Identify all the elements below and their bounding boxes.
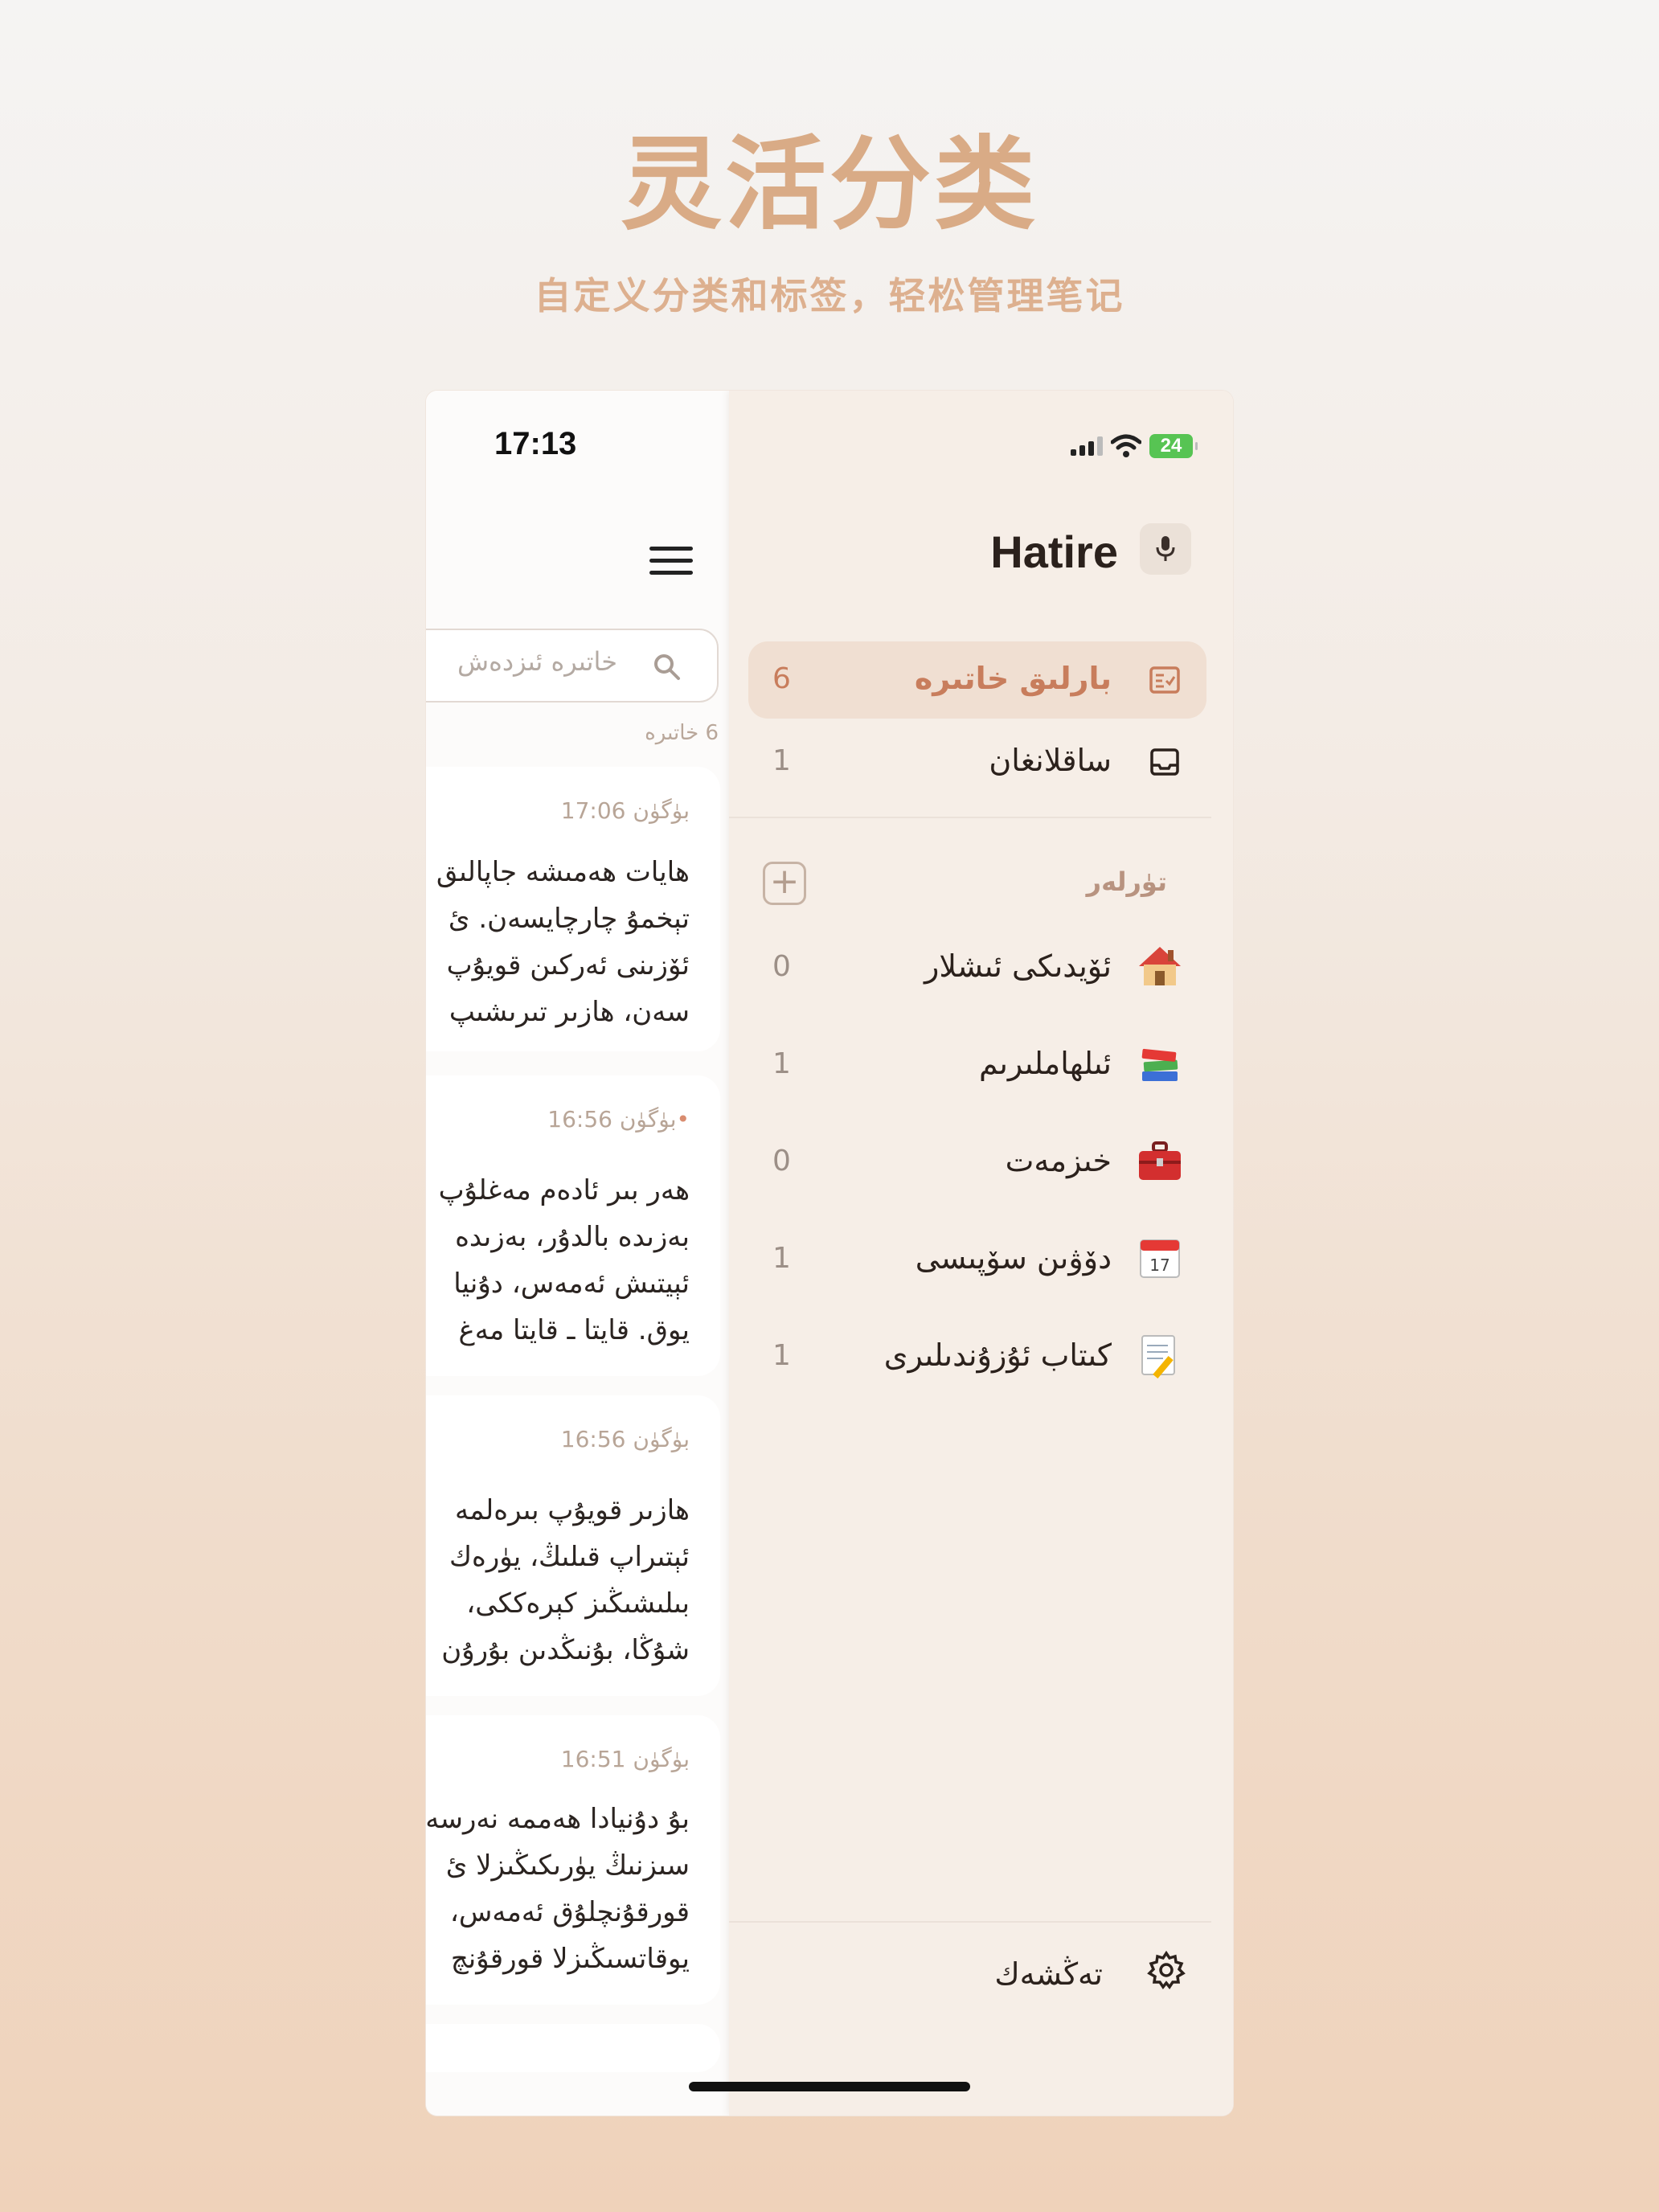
note-time: بۈگۈن 16:51 (560, 1746, 690, 1772)
voice-button[interactable] (1140, 523, 1191, 575)
search-icon (654, 654, 680, 680)
note-time: بۈگۈن 17:06 (560, 797, 690, 824)
note-card[interactable]: بۈگۈن 16:56 ھازىر قويۇپ بىرەلمە ئېتىراپ … (426, 1395, 720, 1696)
add-category-button[interactable]: + (763, 862, 806, 905)
nav-saved[interactable]: ساقلانغان 1 (748, 723, 1206, 801)
category-count: 1 (772, 1242, 791, 1275)
category-label: ئۆيدىكى ئىشلار (924, 948, 1112, 984)
category-item[interactable]: 17 دۆۋىن سۆپىسى 1 (748, 1221, 1206, 1298)
hamburger-menu-icon[interactable] (649, 543, 693, 577)
nav-all-notes[interactable]: بارلىق خاتىرە 6 (748, 641, 1206, 719)
notes-count: 6 خاتىرە (645, 721, 719, 745)
note-excerpt: ھەر بىر ئادەم مەغلۇپ بەزىدە بالدۇر، بەزى… (438, 1174, 690, 1346)
category-item[interactable]: ئۆيدىكى ئىشلار 0 (748, 929, 1206, 1006)
memo-icon (1141, 1335, 1175, 1379)
category-count: 0 (772, 950, 791, 983)
search-input[interactable]: خاتىرە ئىزدەش (426, 629, 719, 703)
note-time: •بۈگۈن 16:56 (547, 1106, 690, 1133)
category-label: ئىلھاملىرىم (979, 1046, 1112, 1081)
promo-subline: 自定义分类和标签，轻松管理笔记 (534, 274, 1125, 317)
books-icon (1141, 1048, 1178, 1081)
wifi-icon (1111, 434, 1141, 457)
signal-icon (1071, 436, 1103, 456)
house-icon (1139, 947, 1181, 985)
categories-title: تۈرلەر (1086, 866, 1167, 897)
phone-screen: 17:13 خاتىرە ئىزدەش 6 خاتىرە بۈگۈن 17:06… (426, 391, 1233, 2116)
unsynced-dot-icon: • (676, 1106, 690, 1133)
category-label: خىزمەت (1005, 1143, 1112, 1178)
svg-text:17: 17 (1149, 1256, 1169, 1275)
side-drawer: 24 Hatire بارلىق خاتىرە 6 ساقلانغان 1 تۈ… (729, 391, 1233, 2116)
status-indicators: 24 (1071, 434, 1198, 458)
divider (729, 817, 1211, 818)
calendar-icon: 17 (1140, 1239, 1180, 1278)
category-item[interactable]: خىزمەت 0 (748, 1124, 1206, 1201)
note-card[interactable]: •بۈگۈن 16:56 ھەر بىر ئادەم مەغلۇپ بەزىدە… (426, 1075, 720, 1376)
divider (729, 1921, 1211, 1923)
nav-count: 6 (772, 662, 791, 695)
home-indicator (689, 2082, 970, 2091)
gear-icon[interactable] (1146, 1950, 1186, 1990)
category-item[interactable]: ئىلھاملىرىم 1 (748, 1026, 1206, 1104)
note-card[interactable] (426, 2024, 720, 2072)
notes-list-panel: 17:13 خاتىرە ئىزدەش 6 خاتىرە بۈگۈن 17:06… (426, 391, 730, 2116)
category-count: 1 (772, 1047, 791, 1080)
inbox-icon (1150, 748, 1179, 776)
note-excerpt: ھايات ھەمىشە جاپالىق تېخمۇ چارچايسەن. ئ … (436, 856, 690, 1028)
nav-count: 1 (772, 744, 791, 777)
category-count: 1 (772, 1339, 791, 1372)
category-label: كىتاب ئۇزۇندىلىرى (883, 1337, 1112, 1373)
status-time: 17:13 (494, 426, 577, 461)
note-excerpt: ھازىر قويۇپ بىرەلمە ئېتىراپ قىلىڭ، يۈرەك… (441, 1494, 690, 1666)
app-title: Hatire (990, 526, 1118, 577)
battery-icon: 24 (1149, 434, 1198, 458)
note-excerpt: بۇ دۇنيادا ھەممە نەرسە سىزنىڭ يۈرىكىڭىزل… (426, 1803, 690, 1975)
nav-label: بارلىق خاتىرە (914, 661, 1112, 696)
search-placeholder: خاتىرە ئىزدەش (457, 646, 617, 677)
settings-label[interactable]: تەڭشەك (994, 1956, 1103, 1992)
category-item[interactable]: كىتاب ئۇزۇندىلىرى 1 (748, 1318, 1206, 1395)
all-notes-icon (1149, 666, 1180, 694)
note-card[interactable]: بۈگۈن 17:06 ھايات ھەمىشە جاپالىق تېخمۇ چ… (426, 767, 720, 1051)
promo-headline: 灵活分类 (621, 125, 1038, 244)
nav-label: ساقلانغان (989, 743, 1112, 778)
microphone-icon (1156, 536, 1175, 561)
note-time: بۈگۈن 16:56 (560, 1426, 690, 1452)
category-label: دۆۋىن سۆپىسى (915, 1240, 1112, 1276)
note-card[interactable]: بۈگۈن 16:51 بۇ دۇنيادا ھەممە نەرسە سىزنى… (426, 1715, 720, 2005)
category-count: 0 (772, 1145, 791, 1178)
toolbox-icon (1139, 1141, 1181, 1180)
